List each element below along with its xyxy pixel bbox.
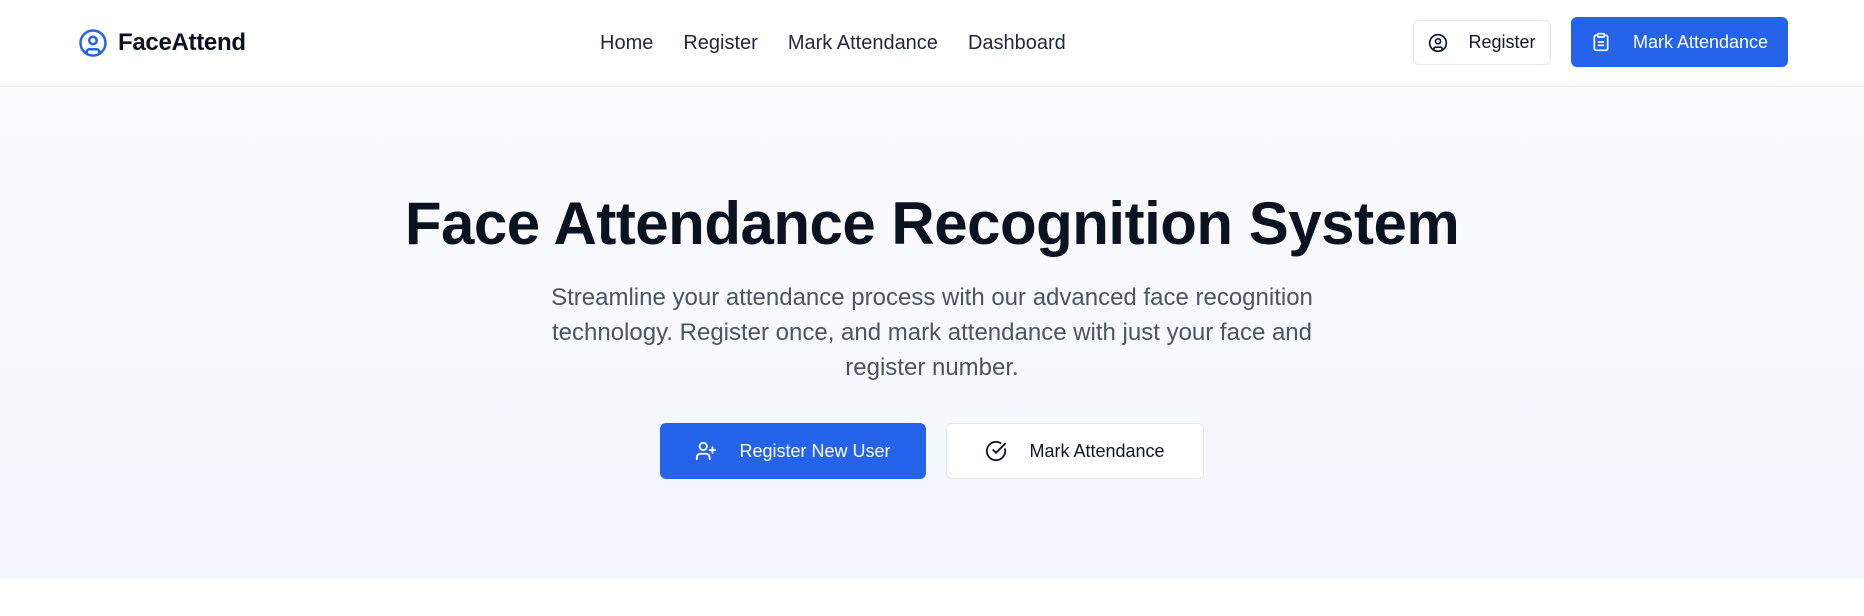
main-nav: Home Register Mark Attendance Dashboard	[600, 28, 1066, 58]
nav-item-register[interactable]: Register	[683, 32, 757, 55]
clipboard-icon	[1593, 32, 1609, 52]
user-circle-icon	[79, 29, 107, 57]
page-title: Face Attendance Recognition System	[404, 190, 1460, 257]
header-mark-attendance-button[interactable]: Mark Attendance	[1571, 17, 1788, 67]
hero-actions: Register New User Mark Attendance	[660, 423, 1204, 479]
hero-mark-attendance-label: Mark Attendance	[1029, 440, 1165, 461]
hero-mark-attendance-button[interactable]: Mark Attendance	[946, 423, 1204, 479]
top-navbar: FaceAttend Home Register Mark Attendance…	[0, 0, 1864, 87]
brand-name: FaceAttend	[118, 29, 246, 56]
user-circle-icon	[1429, 33, 1448, 52]
user-plus-icon	[696, 441, 717, 461]
register-new-user-label: Register New User	[739, 440, 891, 461]
brand-logo[interactable]: FaceAttend	[78, 26, 246, 60]
header-register-label: Register	[1468, 32, 1536, 52]
register-new-user-button[interactable]: Register New User	[660, 423, 926, 479]
nav-item-home[interactable]: Home	[600, 32, 653, 55]
header-register-button[interactable]: Register	[1413, 20, 1551, 65]
check-circle-icon	[986, 440, 1007, 462]
hero-subtitle: Streamline your attendance process with …	[551, 284, 1313, 381]
nav-item-mark-attendance[interactable]: Mark Attendance	[788, 32, 938, 55]
nav-item-dashboard[interactable]: Dashboard	[968, 32, 1066, 55]
hero-section: Face Attendance Recognition System Strea…	[0, 88, 1864, 578]
header-mark-attendance-label: Mark Attendance	[1632, 31, 1769, 52]
